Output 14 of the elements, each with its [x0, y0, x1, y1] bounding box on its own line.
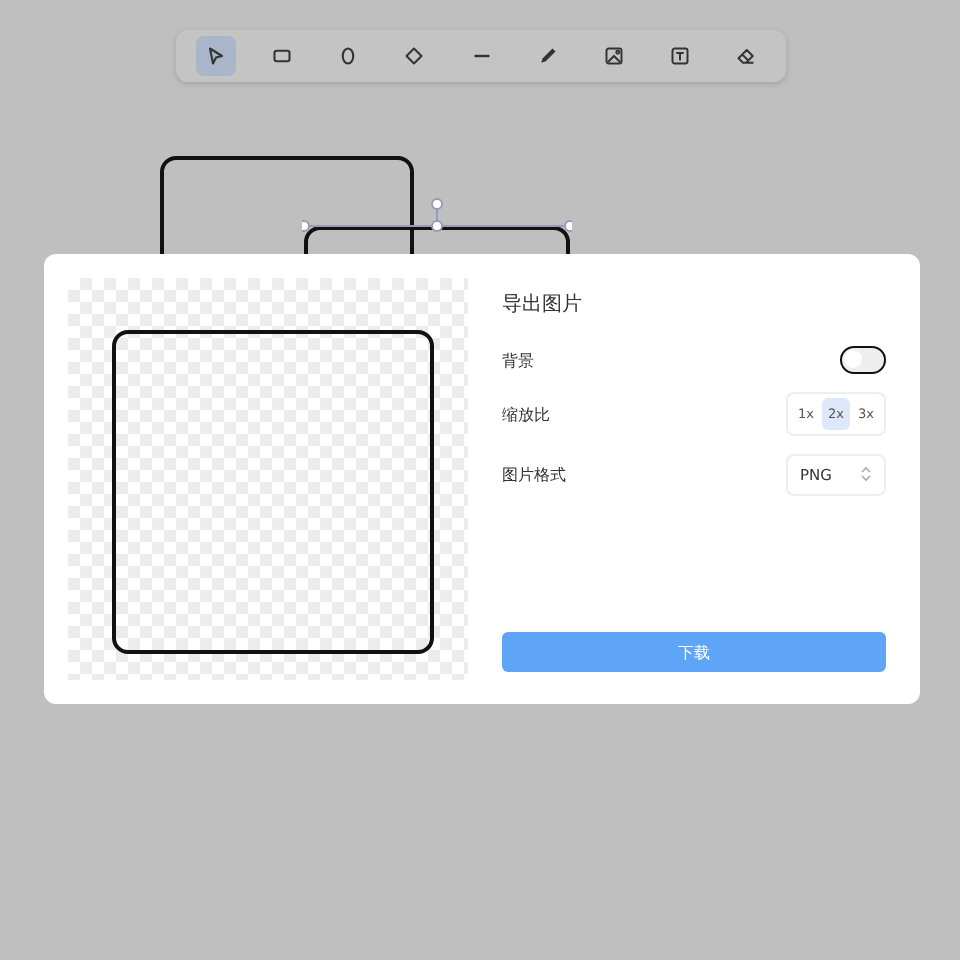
select-tool[interactable] [196, 36, 236, 76]
text-box-icon [667, 44, 692, 68]
rectangle-icon [270, 44, 295, 68]
diamond-icon [402, 44, 427, 68]
dialog-title: 导出图片 [502, 291, 584, 318]
eraser-icon [734, 44, 758, 68]
pencil-icon [535, 44, 560, 68]
background-toggle[interactable] [840, 346, 886, 374]
scale-label: 缩放比 [502, 403, 550, 425]
background-label: 背景 [502, 349, 534, 371]
pointer-icon [204, 44, 228, 68]
image-icon [601, 44, 626, 68]
format-label: 图片格式 [502, 463, 566, 485]
chevron-icon [860, 466, 872, 482]
